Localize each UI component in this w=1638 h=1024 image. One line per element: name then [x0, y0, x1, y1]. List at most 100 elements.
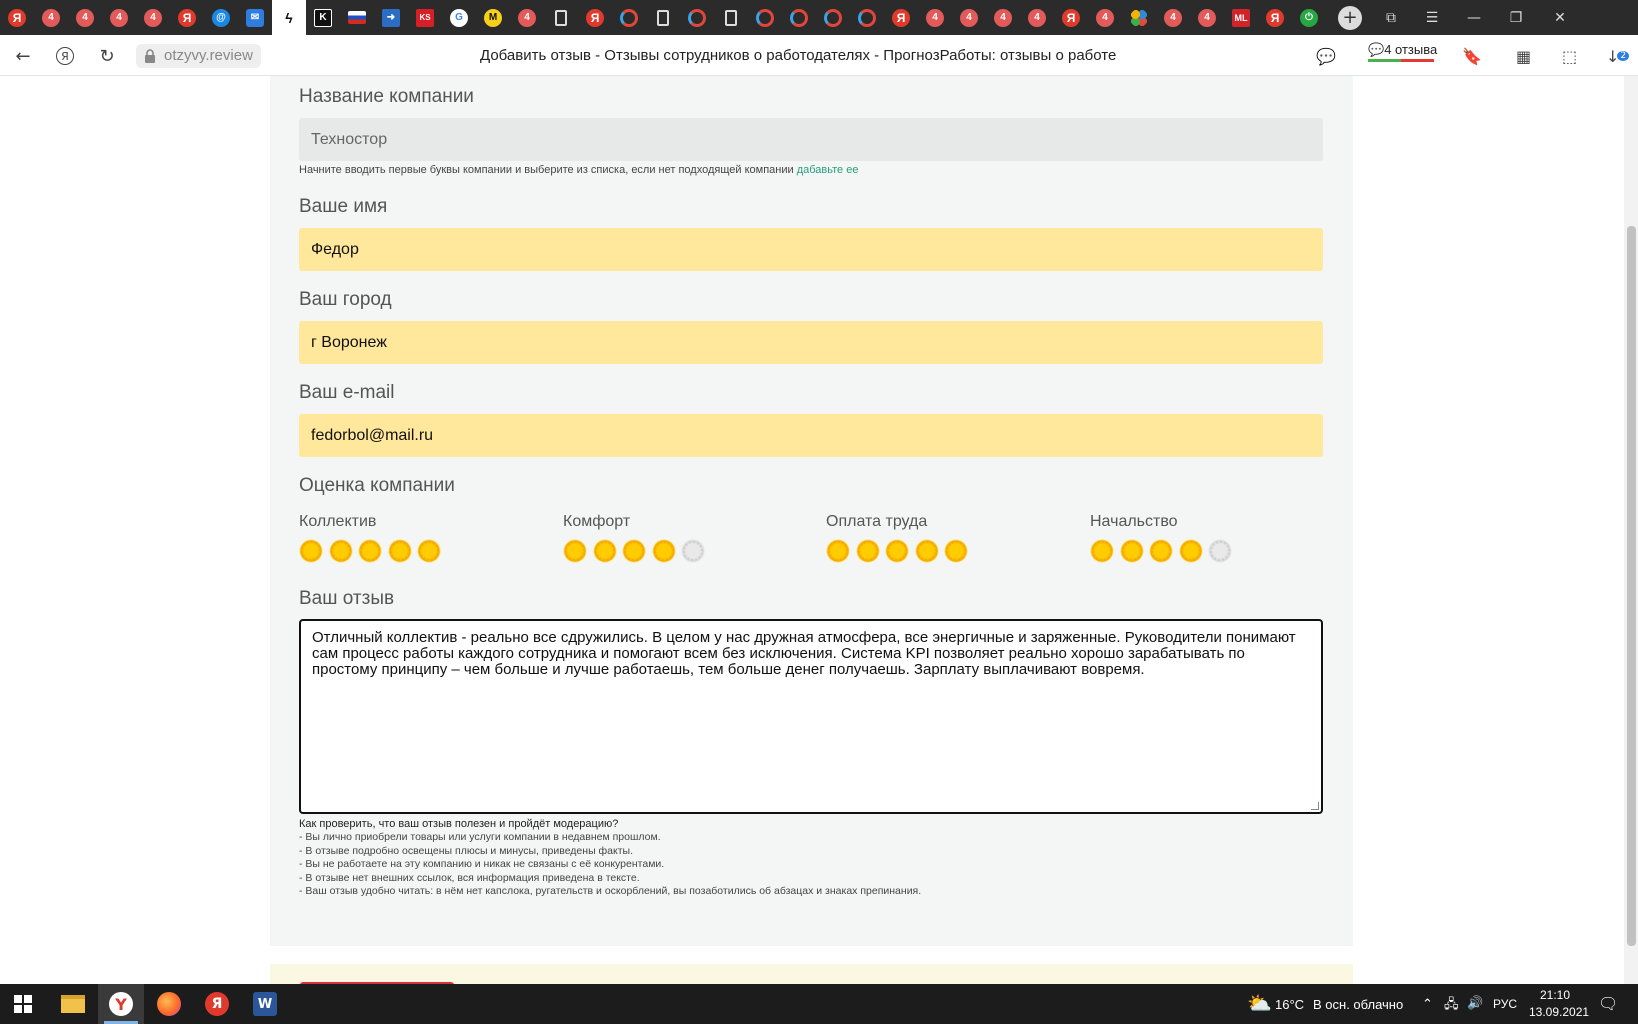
add-company-link[interactable]: дабавьте ее	[797, 164, 859, 176]
browser-tab[interactable]: Я	[1054, 0, 1088, 35]
start-button[interactable]	[0, 984, 46, 1024]
word-app[interactable]: W	[242, 984, 288, 1024]
browser-tab[interactable]	[612, 0, 646, 35]
volume-icon[interactable]: 🔊	[1467, 995, 1483, 1011]
firefox-app[interactable]	[146, 984, 192, 1024]
browser-tab[interactable]: 4	[1156, 0, 1190, 35]
browser-tab[interactable]	[680, 0, 714, 35]
browser-tab[interactable]: ⏻	[1292, 0, 1326, 35]
resize-handle[interactable]	[1311, 802, 1319, 810]
sun-icon[interactable]	[914, 539, 939, 563]
sun-icon[interactable]	[681, 539, 705, 563]
email-input[interactable]: fedorbol@mail.ru	[299, 414, 1323, 457]
browser-tab[interactable]: 4	[918, 0, 952, 35]
collections-icon[interactable]: ▦	[1516, 43, 1531, 69]
notifications-icon[interactable]: 💬	[1316, 43, 1336, 69]
browser-tab[interactable]: 4	[986, 0, 1020, 35]
browser-tab[interactable]	[544, 0, 578, 35]
browser-tab[interactable]	[1122, 0, 1156, 35]
sun-icon[interactable]	[622, 539, 646, 563]
clock-time[interactable]: 21:10	[1540, 988, 1570, 1002]
reviews-badge[interactable]: 💬4 отзыва	[1368, 42, 1437, 58]
sun-icon[interactable]	[1149, 539, 1173, 563]
yandex-home-icon[interactable]: Я	[52, 43, 78, 69]
name-input[interactable]: Федор	[299, 228, 1323, 271]
browser-tab[interactable]: M	[476, 0, 510, 35]
browser-tab[interactable]: 4	[1190, 0, 1224, 35]
browser-tab[interactable]: @	[204, 0, 238, 35]
weather-desc[interactable]: В осн. облачно	[1313, 997, 1403, 1012]
yandex-browser-app[interactable]: Y	[98, 984, 144, 1024]
sun-icon[interactable]	[417, 539, 441, 563]
sun-icon[interactable]	[592, 539, 617, 563]
city-input[interactable]: г Воронеж	[299, 321, 1323, 364]
sun-icon[interactable]	[885, 539, 909, 563]
minimize-icon[interactable]: —	[1454, 10, 1494, 26]
restore-icon[interactable]: ❐	[1494, 10, 1538, 26]
browser-tab[interactable]	[748, 0, 782, 35]
back-icon[interactable]: ←	[10, 43, 36, 69]
browser-tab[interactable]: 4	[34, 0, 68, 35]
sun-icon[interactable]	[1178, 539, 1203, 563]
sun-icon[interactable]	[855, 539, 880, 563]
company-input[interactable]: Техностор	[299, 118, 1323, 161]
browser-tab[interactable]: ➜	[374, 0, 408, 35]
tabs-panel-icon[interactable]: ⧉	[1372, 10, 1410, 26]
browser-tab[interactable]	[340, 0, 374, 35]
extensions-icon[interactable]: ⬚	[1562, 43, 1577, 69]
browser-tab[interactable]: 4	[1088, 0, 1122, 35]
url-field[interactable]: otzyvy.review	[136, 44, 261, 68]
language-indicator[interactable]: РУС	[1493, 997, 1517, 1011]
scroll-thumb[interactable]	[1627, 226, 1636, 946]
sun-icon[interactable]	[1208, 539, 1232, 563]
browser-tab[interactable]: 4	[952, 0, 986, 35]
browser-tab[interactable]: 4	[136, 0, 170, 35]
sun-icon[interactable]	[944, 539, 968, 563]
yandex-app[interactable]: Я	[194, 984, 240, 1024]
sun-icon[interactable]	[328, 539, 353, 563]
browser-tab[interactable]: ML	[1224, 0, 1258, 35]
browser-tab[interactable]: Я	[884, 0, 918, 35]
browser-tab[interactable]: G	[442, 0, 476, 35]
sun-icon[interactable]	[826, 539, 850, 563]
browser-tab[interactable]: KS	[408, 0, 442, 35]
weather-temp[interactable]: 16°C	[1275, 997, 1304, 1012]
browser-tab[interactable]	[782, 0, 816, 35]
browser-tab[interactable]: 4	[68, 0, 102, 35]
browser-tab[interactable]: Я	[170, 0, 204, 35]
browser-tab[interactable]	[816, 0, 850, 35]
close-icon[interactable]: ✕	[1538, 10, 1582, 26]
review-textarea[interactable]: Отличный коллектив - реально все сдружил…	[299, 619, 1323, 814]
network-icon[interactable]: 🖧	[1444, 995, 1459, 1017]
browser-tab[interactable]: Я	[578, 0, 612, 35]
clock-date[interactable]: 13.09.2021	[1529, 1005, 1589, 1019]
sun-icon[interactable]	[563, 539, 587, 563]
browser-tab[interactable]: 4	[510, 0, 544, 35]
sun-icon[interactable]	[387, 539, 412, 563]
browser-tab[interactable]	[714, 0, 748, 35]
browser-tab[interactable]: Я	[1258, 0, 1292, 35]
menu-icon[interactable]: ☰	[1410, 10, 1454, 26]
browser-tab[interactable]: 4	[102, 0, 136, 35]
browser-tab[interactable]: ϟ	[272, 0, 306, 35]
notification-center-icon[interactable]: 🗨	[1598, 994, 1618, 1014]
browser-tab[interactable]: 4	[1020, 0, 1054, 35]
browser-tab[interactable]: Я	[0, 0, 34, 35]
tray-expand-icon[interactable]: ⌃	[1422, 996, 1433, 1012]
browser-tab[interactable]: K	[306, 0, 340, 35]
reload-icon[interactable]: ↻	[94, 43, 120, 69]
new-tab-button[interactable]: +	[1338, 5, 1362, 30]
file-explorer-app[interactable]	[50, 984, 96, 1024]
downloads-icon[interactable]: ↓ 2	[1606, 43, 1630, 69]
sun-icon[interactable]	[358, 539, 382, 563]
browser-tab[interactable]: ✉	[238, 0, 272, 35]
sun-icon[interactable]	[1119, 539, 1144, 563]
bookmark-icon[interactable]: 🔖	[1462, 43, 1482, 69]
browser-tab[interactable]	[850, 0, 884, 35]
weather-icon[interactable]: ⛅	[1247, 991, 1272, 1016]
page-scrollbar[interactable]	[1624, 76, 1638, 984]
sun-icon[interactable]	[299, 539, 323, 563]
sun-icon[interactable]	[1090, 539, 1114, 563]
browser-tab[interactable]	[646, 0, 680, 35]
sun-icon[interactable]	[651, 539, 676, 563]
